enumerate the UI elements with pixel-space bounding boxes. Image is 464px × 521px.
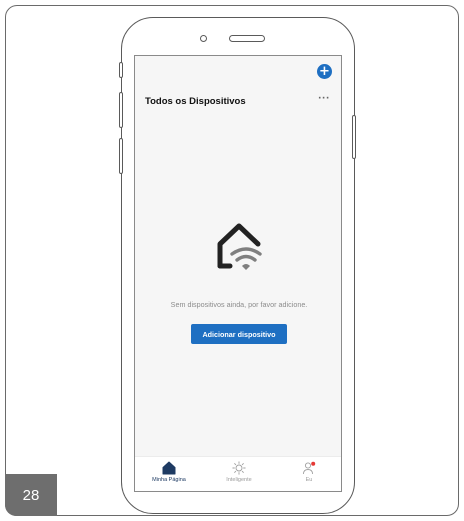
phone-volume-down-button [119,138,123,174]
phone-side-button [119,62,123,78]
tab-label: Minha Página [152,477,186,483]
bottom-tab-bar: Minha Página Inteligente Eu [135,456,341,491]
tab-label: Eu [305,477,313,483]
empty-state-message: Sem dispositivos ainda, por favor adicio… [170,300,308,309]
user-icon [303,461,316,475]
tab-me[interactable]: Eu [279,461,339,491]
home-icon [162,461,176,475]
more-options-icon[interactable]: ··· [318,94,330,104]
add-device-button[interactable]: Adicionar dispositivo [191,324,287,344]
app-screen: + Todos os Dispositivos ··· Sem disposit… [134,55,342,492]
tab-smart[interactable]: Inteligente [209,461,269,491]
front-camera [200,35,207,42]
phone-volume-up-button [119,92,123,128]
notification-dot [311,461,316,466]
tab-my-page[interactable]: Minha Página [139,461,199,491]
earpiece-speaker [229,35,265,42]
sun-icon [232,461,246,475]
page-number-badge: 28 [5,474,57,516]
add-icon[interactable]: + [317,64,332,79]
tab-label: Inteligente [226,477,252,483]
page-title: Todos os Dispositivos [145,96,246,107]
smart-home-wifi-icon [217,223,262,270]
phone-power-button [352,115,356,159]
